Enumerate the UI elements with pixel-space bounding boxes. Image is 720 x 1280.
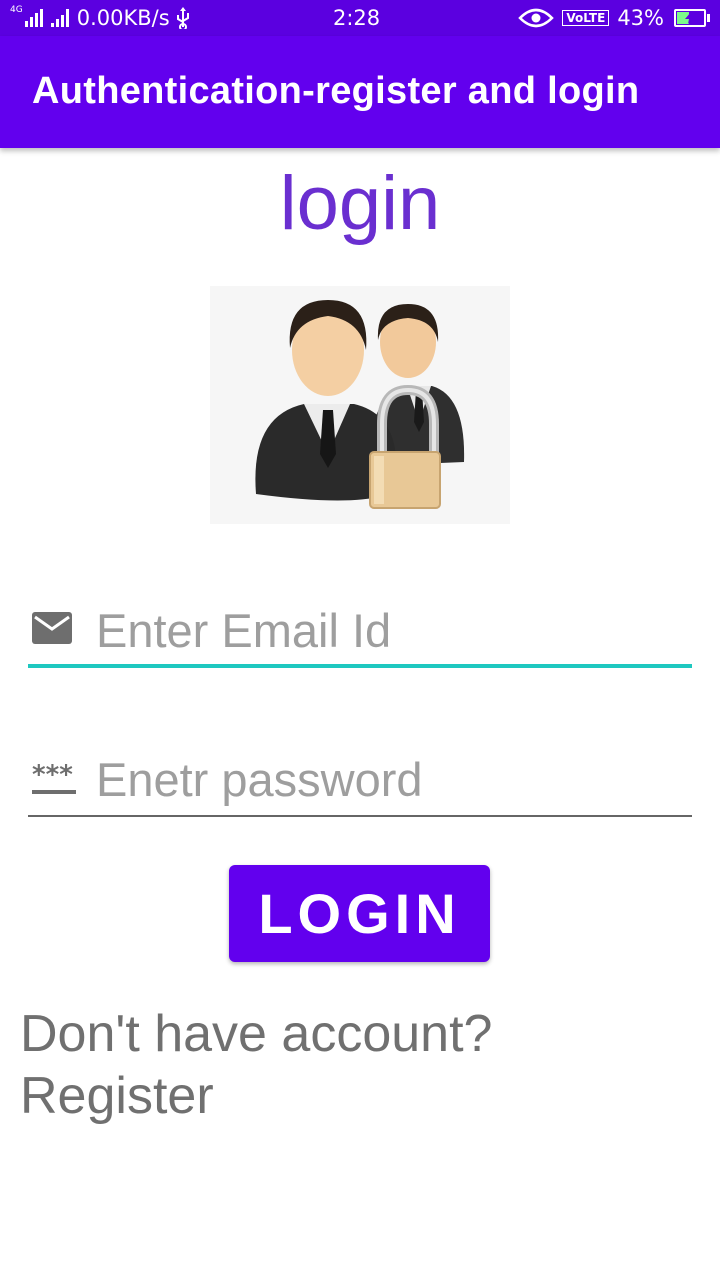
status-bar-left: 4G 0.00KB/s <box>10 6 192 30</box>
charging-bolt-icon <box>685 12 695 24</box>
register-text: Register <box>20 1067 214 1125</box>
register-link[interactable]: Don't have account? Register <box>20 1003 680 1127</box>
clock: 2:28 <box>333 6 381 30</box>
email-icon <box>32 612 72 644</box>
hero-image <box>210 286 510 524</box>
email-underline <box>28 664 692 668</box>
eye-icon <box>518 8 555 28</box>
battery-icon <box>674 9 706 27</box>
network-speed: 0.00KB/s <box>76 6 170 30</box>
password-field[interactable]: *** <box>28 737 692 817</box>
status-bar-right: VoLTE 43% <box>518 6 710 30</box>
register-prompt-text: Don't have account? <box>20 1005 493 1063</box>
volte-badge: VoLTE <box>562 10 610 26</box>
users-lock-icon <box>255 300 465 509</box>
app-bar-title: Authentication-register and login <box>32 70 640 112</box>
email-input[interactable] <box>96 600 676 660</box>
password-input[interactable] <box>96 749 676 809</box>
app-bar: Authentication-register and login <box>0 36 720 148</box>
password-underline <box>28 815 692 817</box>
email-field[interactable] <box>28 588 692 668</box>
status-bar: 4G 0.00KB/s 2:28 VoLTE 43% <box>0 0 720 36</box>
signal-icon <box>24 9 45 27</box>
page-title: login <box>279 161 441 246</box>
signal-icon-2 <box>50 9 71 27</box>
usb-icon <box>176 7 189 29</box>
login-button[interactable]: LOGIN <box>229 865 490 962</box>
svg-text:***: *** <box>32 761 73 790</box>
password-icon: *** <box>32 761 76 794</box>
battery-cap <box>707 14 710 22</box>
battery-percent: 43% <box>617 6 664 30</box>
network-type-label: 4G <box>10 5 23 15</box>
